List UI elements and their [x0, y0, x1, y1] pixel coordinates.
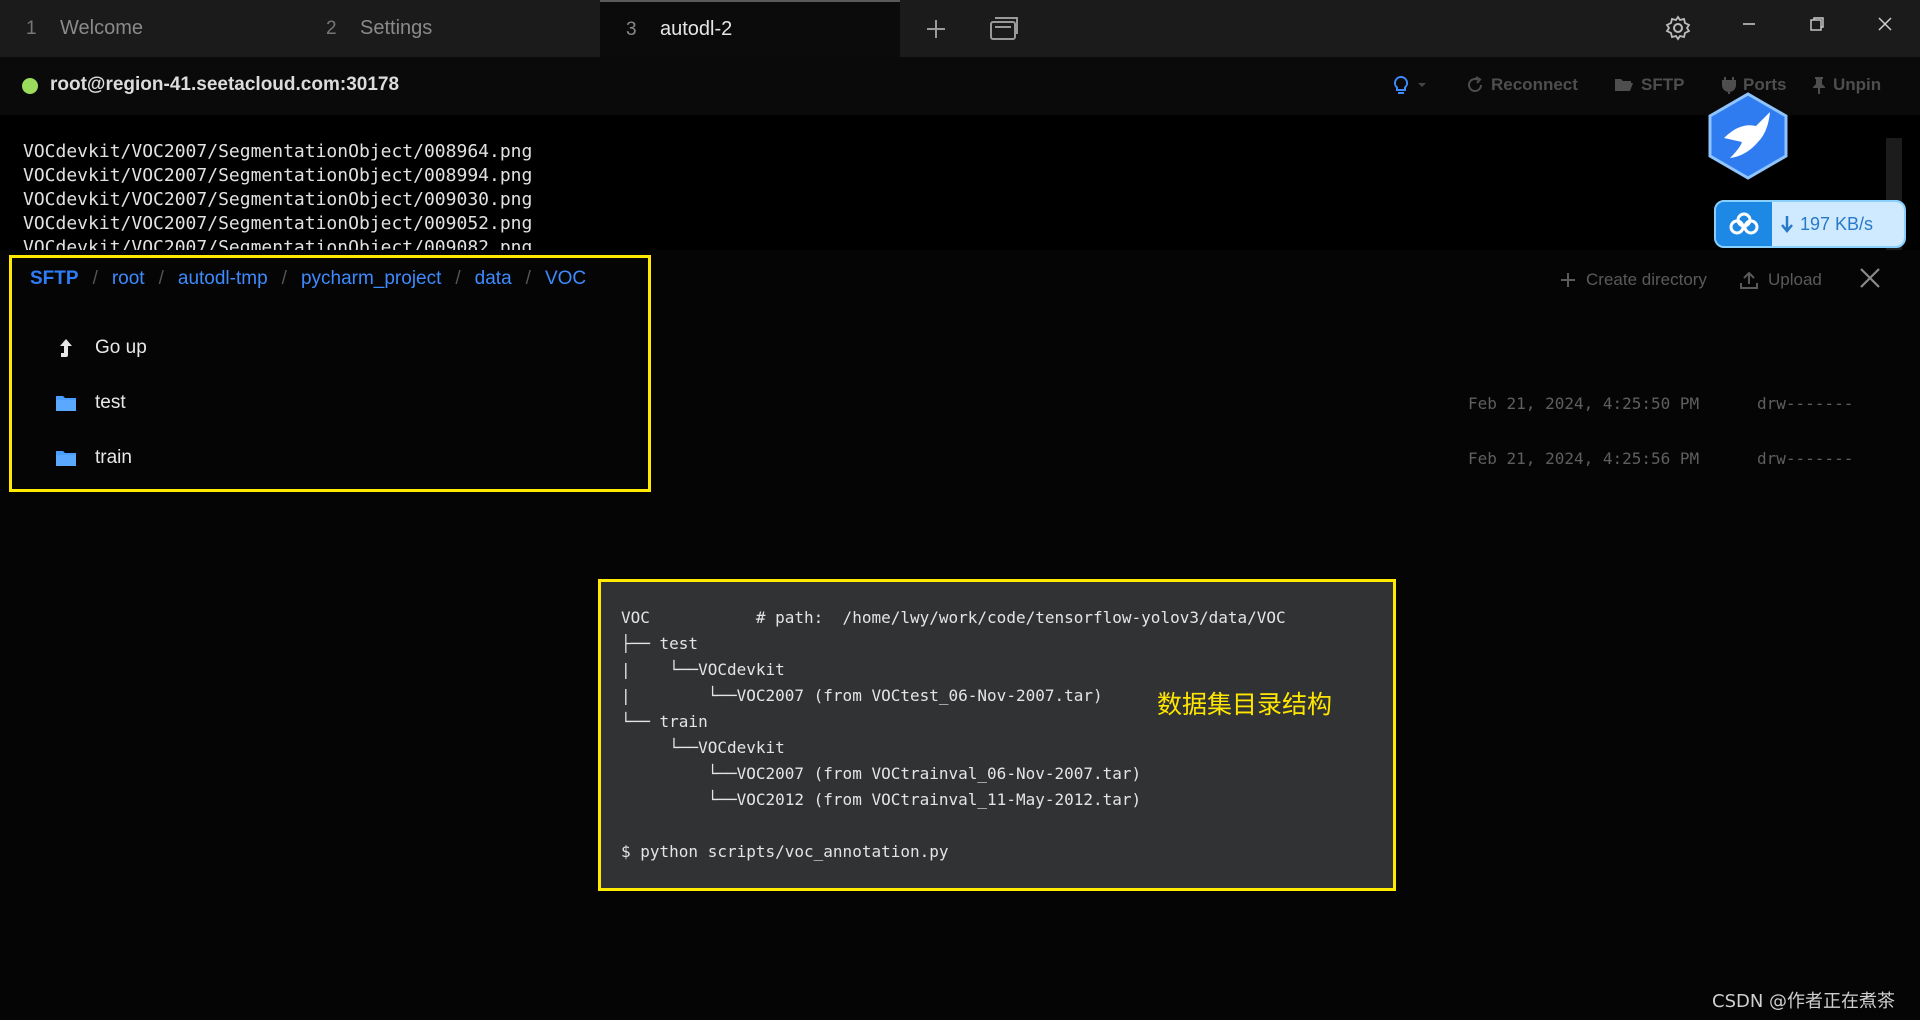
tab-label: Settings [360, 17, 433, 39]
minimize-icon[interactable] [1714, 0, 1784, 48]
tree-line: └── train [621, 712, 708, 731]
create-directory-button[interactable]: Create directory [1560, 270, 1707, 290]
watermark: CSDN @作者正在煮茶 [1712, 991, 1896, 1012]
tab-number: 2 [326, 17, 337, 39]
cloud-logo-icon [1716, 202, 1772, 246]
tree-line: VOC # path: /home/lwy/work/code/tensorfl… [621, 608, 1286, 627]
plus-icon [1561, 273, 1575, 287]
gear-icon[interactable] [1660, 10, 1696, 46]
tab-settings[interactable]: 2 Settings [300, 0, 600, 57]
annotation-label: 数据集目录结构 [1157, 690, 1333, 719]
terminal-output[interactable]: VOCdevkit/VOC2007/SegmentationObject/008… [0, 115, 1920, 250]
tree-line: └──VOCdevkit [621, 738, 785, 757]
refresh-icon [1468, 76, 1482, 92]
sftp-button[interactable]: SFTP [1614, 75, 1684, 95]
pin-icon [1813, 77, 1825, 94]
download-speed-value: 197 KB/s [1800, 213, 1874, 234]
upload-label: Upload [1768, 270, 1822, 289]
tree-line: ├── test [621, 634, 699, 653]
file-modified-date: Feb 21, 2024, 4:25:56 PM [1468, 448, 1700, 468]
download-arrow-icon [1781, 216, 1793, 233]
tree-line: | └──VOCdevkit [621, 660, 785, 679]
connection-title: root@region-41.seetacloud.com:30178 [50, 74, 400, 95]
tree-line: └──VOC2012 (from VOCtrainval_11-May-2012… [621, 790, 1142, 809]
folder-open-icon [1615, 79, 1633, 91]
reconnect-label: Reconnect [1491, 75, 1578, 94]
terminal-line: VOCdevkit/VOC2007/SegmentationObject/008… [23, 141, 533, 162]
chevron-down-icon [1418, 83, 1426, 87]
reconnect-button[interactable]: Reconnect [1466, 75, 1578, 95]
directory-tree-image: VOC # path: /home/lwy/work/code/tensorfl… [598, 579, 1396, 891]
highlight-box [9, 255, 651, 492]
file-permissions: drw------- [1757, 393, 1854, 413]
terminal-header: root@region-41.seetacloud.com:30178 Reco… [0, 57, 1920, 115]
plus-icon[interactable] [916, 12, 956, 46]
unpin-button[interactable]: Unpin [1812, 75, 1881, 95]
sftp-label: SFTP [1641, 75, 1685, 94]
create-directory-label: Create directory [1586, 270, 1707, 289]
windows-icon[interactable] [984, 12, 1024, 46]
close-icon[interactable] [1858, 266, 1882, 290]
tree-line: $ python scripts/voc_annotation.py [621, 842, 949, 861]
terminal-line: VOCdevkit/VOC2007/SegmentationObject/009… [23, 213, 533, 234]
file-modified-date: Feb 21, 2024, 4:25:50 PM [1468, 393, 1700, 413]
terminal-line: VOCdevkit/VOC2007/SegmentationObject/008… [23, 165, 533, 186]
terminal-line: VOCdevkit/VOC2007/SegmentationObject/009… [23, 189, 533, 210]
tab-label: autodl-2 [660, 18, 733, 40]
tab-bar: 1 Welcome 2 Settings 3 autodl-2 [0, 0, 1920, 57]
tab-number: 1 [26, 17, 37, 39]
unpin-label: Unpin [1833, 75, 1882, 94]
tab-number: 3 [626, 18, 637, 40]
terminal-line: VOCdevkit/VOC2007/SegmentationObject/009… [23, 237, 533, 250]
tree-line: | └──VOC2007 (from VOCtest_06-Nov-2007.t… [621, 686, 1103, 705]
file-permissions: drw------- [1757, 448, 1854, 468]
tab-label: Welcome [60, 17, 143, 39]
lightbulb-icon [1393, 75, 1409, 94]
tab-autodl-2[interactable]: 3 autodl-2 [600, 0, 900, 57]
connection-status-indicator [22, 78, 38, 94]
tab-welcome[interactable]: 1 Welcome [0, 0, 300, 57]
restore-icon[interactable] [1782, 0, 1852, 48]
bird-app-icon[interactable] [1706, 92, 1790, 180]
upload-icon [1740, 271, 1758, 289]
close-icon[interactable] [1850, 0, 1920, 48]
tree-line: └──VOC2007 (from VOCtrainval_06-Nov-2007… [621, 764, 1142, 783]
upload-button[interactable]: Upload [1740, 270, 1822, 290]
download-speed-widget[interactable]: 197 KB/s [1714, 200, 1906, 248]
lightbulb-button[interactable] [1392, 75, 1427, 95]
